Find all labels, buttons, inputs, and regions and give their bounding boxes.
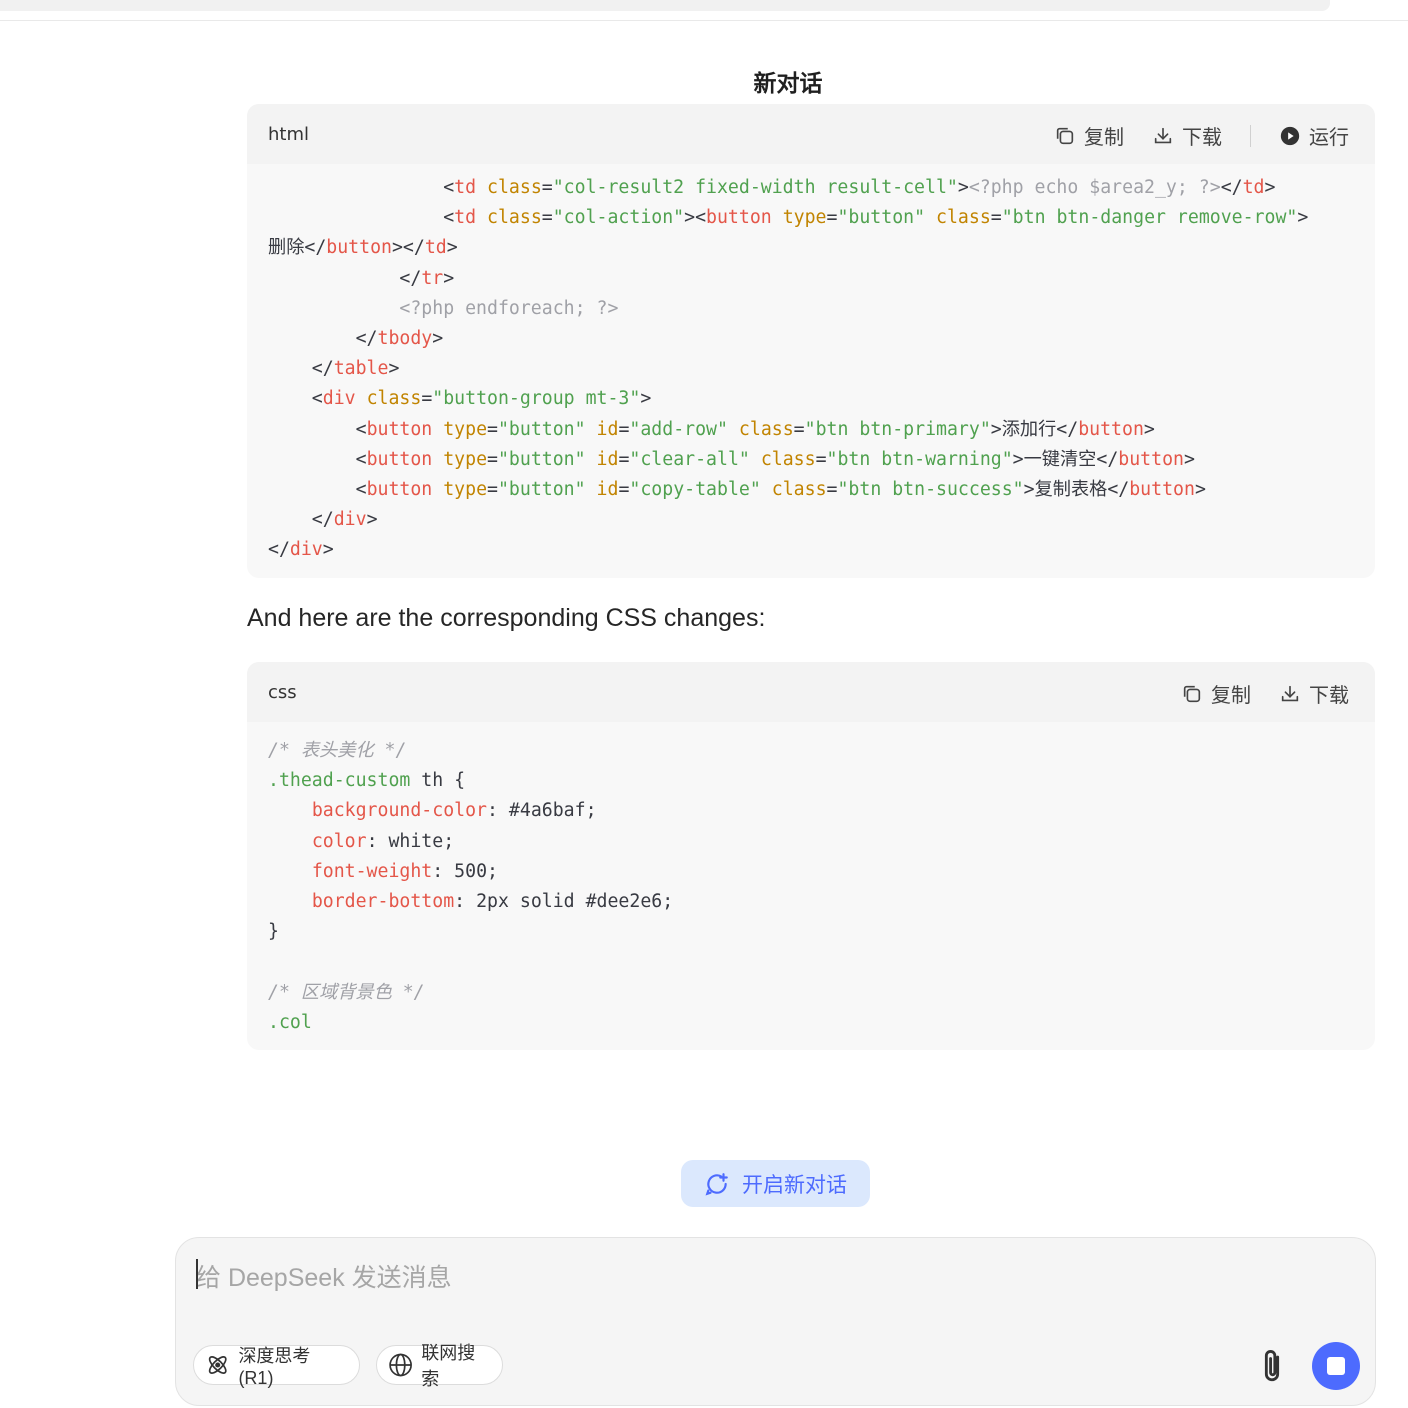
download-button[interactable]: 下载 (1152, 121, 1222, 150)
globe-icon (389, 1353, 412, 1377)
code-block-html: html 复制 下载 运行 <td class="col-result2 fix… (247, 104, 1375, 578)
new-chat-icon (705, 1172, 728, 1195)
web-search-label: 联网搜索 (421, 1343, 476, 1389)
assistant-message-text: And here are the corresponding CSS chang… (247, 604, 766, 632)
play-icon (1280, 126, 1300, 145)
run-button[interactable]: 运行 (1279, 121, 1349, 150)
download-button[interactable]: 下载 (1279, 679, 1349, 708)
stop-icon (1327, 1357, 1345, 1375)
code-block-header: css 复制 下载 (247, 662, 1375, 722)
copy-button[interactable]: 复制 (1181, 679, 1251, 708)
new-chat-label: 开启新对话 (742, 1173, 847, 1197)
copy-button[interactable]: 复制 (1054, 121, 1124, 150)
atom-icon (208, 1356, 227, 1374)
run-label: 运行 (1309, 127, 1349, 149)
download-icon (1281, 685, 1299, 701)
code-block-css: css 复制 下载 /* 表头美化 */ .thead-custom th { … (247, 662, 1375, 1050)
deep-think-toggle[interactable]: 深度思考 (R1) (193, 1345, 360, 1388)
new-chat-button[interactable]: 开启新对话 (681, 1160, 870, 1207)
stop-generation-button[interactable] (1312, 1342, 1360, 1390)
copy-label: 复制 (1084, 127, 1124, 149)
page-title: 新对话 (753, 70, 823, 96)
code-block-header: html 复制 下载 运行 (247, 104, 1375, 164)
html-code-content: <td class="col-result2 fixed-width resul… (268, 177, 1309, 561)
deep-think-label: 深度思考 (R1) (238, 1345, 311, 1388)
text-caret (196, 1259, 198, 1289)
code-language-label: css (268, 682, 297, 703)
download-label: 下载 (1309, 685, 1349, 707)
paperclip-icon[interactable] (1255, 1347, 1289, 1387)
code-actions: 复制 下载 运行 (1054, 121, 1349, 150)
message-composer (175, 1237, 1376, 1406)
copy-icon (1183, 685, 1201, 702)
action-divider (1250, 124, 1251, 147)
top-strip-fill (0, 0, 1330, 11)
browser-top-strip (0, 0, 1408, 21)
code-actions: 复制 下载 (1181, 679, 1349, 708)
download-label: 下载 (1182, 127, 1222, 149)
message-input[interactable] (196, 1258, 1196, 1298)
web-search-toggle[interactable]: 联网搜索 (376, 1343, 503, 1389)
copy-icon (1056, 127, 1074, 144)
css-code-content: /* 表头美化 */ .thead-custom th { background… (268, 740, 674, 1033)
code-language-label: html (268, 124, 310, 145)
copy-label: 复制 (1211, 685, 1251, 707)
download-icon (1154, 127, 1172, 143)
